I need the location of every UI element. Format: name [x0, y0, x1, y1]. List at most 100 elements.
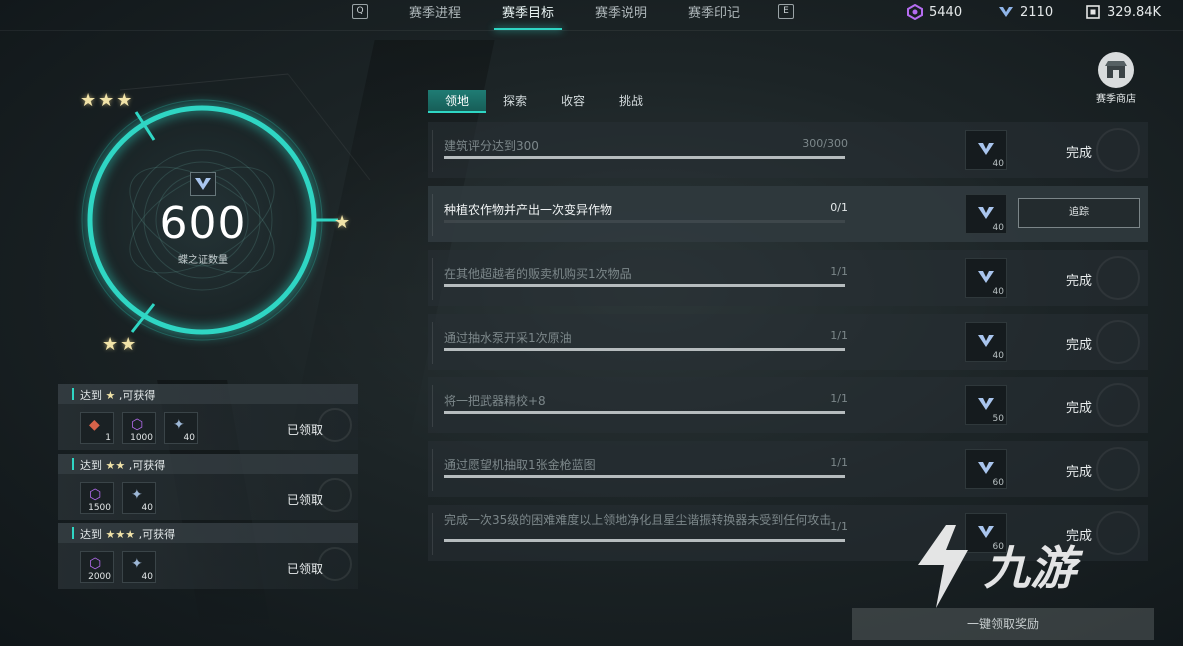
star-icon: ★ [80, 90, 97, 111]
tab-challenge[interactable]: 挑战 [602, 90, 660, 113]
reward-item[interactable]: ✦ 40 [164, 412, 198, 444]
check-icon [1096, 511, 1140, 555]
star-icon: ★ [116, 90, 133, 111]
reward-item[interactable]: ⬡ 1500 [80, 482, 114, 514]
butterfly-token-icon [999, 7, 1013, 17]
task-row[interactable]: 在其他超越者的贩卖机购买1次物品 1/1 40 完成 [428, 250, 1148, 306]
tab-explore[interactable]: 探索 [486, 90, 544, 113]
task-progress-bar [444, 284, 845, 287]
shop-icon [1098, 52, 1134, 88]
butterfly-count-label: 蝶之证数量 [178, 255, 228, 266]
next-tab-key-hint[interactable]: E [778, 4, 794, 19]
check-icon [318, 408, 352, 442]
task-row[interactable]: 通过抽水泵开采1次原油 1/1 40 完成 [428, 314, 1148, 370]
task-row[interactable]: 通过愿望机抽取1张金枪蓝图 1/1 60 完成 [428, 441, 1148, 497]
task-progress: 1/1 [830, 329, 848, 342]
tab-territory[interactable]: 领地 [428, 90, 486, 113]
top-nav: Q 赛季进程 赛季目标 赛季说明 赛季印记 E 5440 2110 329.84… [0, 0, 1183, 31]
task-progress-bar [444, 539, 845, 542]
tab-season-progress[interactable]: 赛季进程 [409, 2, 461, 21]
task-name: 建筑评分达到300 [444, 139, 539, 153]
reward-item[interactable]: ⬡ 1000 [122, 412, 156, 444]
task-name: 通过抽水泵开采1次原油 [444, 331, 572, 345]
task-progress: 1/1 [830, 520, 848, 533]
reward-tier-2: 达到 ★★ ,可获得 ⬡ 1500 ✦ 40 已领取 [58, 454, 358, 520]
task-progress: 1/1 [830, 265, 848, 278]
butterfly-count-value: 600 [159, 198, 247, 249]
task-reward[interactable]: 40 [965, 130, 1007, 170]
milestone-stars-3: ★ ★ ★ [80, 90, 132, 111]
task-reward-count: 60 [992, 478, 1004, 488]
reward-item[interactable]: ✦ 40 [122, 551, 156, 583]
task-name: 种植农作物并产出一次变异作物 [444, 203, 613, 217]
currency-shard-value: 329.84K [1107, 4, 1162, 20]
task-progress: 0/1 [830, 201, 848, 214]
butterfly-token-icon [978, 143, 994, 155]
watermark-text: 九游 [984, 541, 1076, 595]
tab-season-info[interactable]: 赛季说明 [595, 2, 647, 21]
task-progress-bar [444, 411, 845, 414]
star-icon: ★ [120, 334, 137, 355]
reward-tier-1: 达到 ★ ,可获得 ◆ 1 ⬡ 1000 ✦ 40 已领取 [58, 384, 358, 450]
currency-crystal: 5440 [907, 4, 962, 20]
crystal-icon: ⬡ [131, 417, 144, 433]
check-icon [318, 547, 352, 581]
material-icon: ✦ [131, 487, 143, 503]
task-reward-count: 50 [992, 414, 1004, 424]
jiuyou-logo-icon [918, 525, 968, 608]
currency-shard: 329.84K [1085, 4, 1161, 20]
task-name: 将一把武器精校+8 [444, 394, 546, 408]
tab-season-marks[interactable]: 赛季印记 [688, 2, 740, 21]
task-reward[interactable]: 60 [965, 449, 1007, 489]
shard-icon [1086, 5, 1100, 19]
task-reward-count: 40 [992, 351, 1004, 361]
butterfly-token-icon [978, 335, 994, 347]
currency-butterfly-value: 2110 [1020, 4, 1054, 20]
task-progress-bar [444, 475, 845, 478]
reward-tier-3: 达到 ★★★ ,可获得 ⬡ 2000 ✦ 40 已领取 [58, 523, 358, 589]
check-icon [1096, 383, 1140, 427]
check-icon [1096, 256, 1140, 300]
season-shop-button[interactable]: 赛季商店 [1092, 52, 1140, 105]
crystal-icon [907, 4, 923, 20]
butterfly-token-icon [978, 207, 994, 219]
task-progress: 300/300 [802, 137, 848, 150]
butterfly-token-icon [978, 398, 994, 410]
task-progress-bar [444, 156, 845, 159]
task-progress-bar [444, 220, 845, 223]
track-button[interactable]: 追踪 [1018, 198, 1140, 228]
prev-tab-key-hint[interactable]: Q [352, 4, 368, 19]
reward-item[interactable]: ◆ 1 [80, 412, 114, 444]
star-icon: ★ [334, 212, 351, 233]
milestone-stars-1: ★ [334, 212, 350, 233]
ticket-icon: ◆ [89, 417, 100, 433]
task-progress-bar [444, 348, 845, 351]
star-icon: ★ [102, 334, 119, 355]
claim-all-button[interactable]: 一键领取奖励 [852, 608, 1154, 640]
material-icon: ✦ [131, 556, 143, 572]
task-row[interactable]: 建筑评分达到300 300/300 40 完成 [428, 122, 1148, 178]
task-reward-count: 40 [992, 223, 1004, 233]
check-icon [1096, 320, 1140, 364]
category-tabs: 领地 探索 收容 挑战 [428, 90, 660, 113]
tier-condition: 达到 ★★★ ,可获得 [80, 528, 176, 541]
milestone-stars-2: ★ ★ [102, 334, 136, 355]
tab-season-goals[interactable]: 赛季目标 [493, 2, 563, 30]
task-reward[interactable]: 50 [965, 385, 1007, 425]
material-icon: ✦ [173, 417, 185, 433]
crystal-icon: ⬡ [89, 556, 102, 572]
task-reward[interactable]: 40 [965, 258, 1007, 298]
tier-condition: 达到 ★ ,可获得 [80, 389, 156, 402]
task-progress: 1/1 [830, 392, 848, 405]
task-row[interactable]: 将一把武器精校+8 1/1 50 完成 [428, 377, 1148, 433]
season-shop-label: 赛季商店 [1096, 94, 1136, 105]
tab-contain[interactable]: 收容 [544, 90, 602, 113]
task-reward[interactable]: 40 [965, 322, 1007, 362]
tier-condition: 达到 ★★ ,可获得 [80, 459, 166, 472]
star-icon: ★ [98, 90, 115, 111]
task-row[interactable]: 种植农作物并产出一次变异作物 0/1 40 追踪 [428, 186, 1148, 242]
task-reward[interactable]: 40 [965, 194, 1007, 234]
reward-item[interactable]: ✦ 40 [122, 482, 156, 514]
reward-item[interactable]: ⬡ 2000 [80, 551, 114, 583]
task-name: 在其他超越者的贩卖机购买1次物品 [444, 267, 632, 281]
